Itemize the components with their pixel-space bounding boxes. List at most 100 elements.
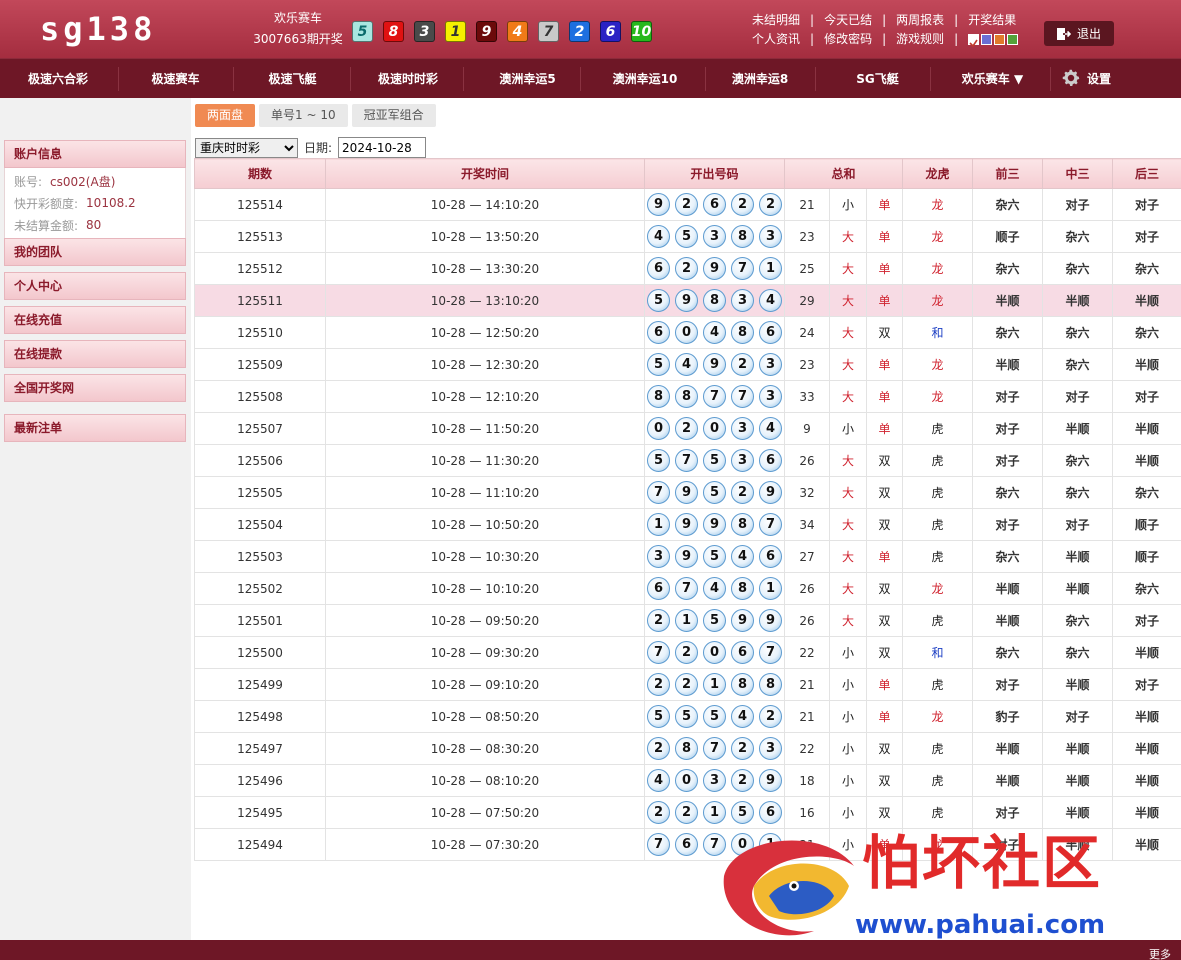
header-link[interactable]: 今天已结 [824, 11, 872, 30]
header-link[interactable]: 开奖结果 [968, 11, 1016, 30]
result-row: 125514 10-28 — 14:10:20 9 2 6 2 2 21 小单龙杂六 对子 对子 [194, 188, 1181, 221]
nav-item[interactable]: 极速赛车 [133, 70, 218, 87]
dragon-tiger-cell: 龙 [902, 348, 974, 381]
draw-time-cell: 10-28 — 14:10:20 [325, 188, 645, 221]
draw-time-cell: 10-28 — 13:30:20 [325, 252, 645, 285]
nav-separator [580, 67, 581, 91]
number-ball: 6 [675, 833, 698, 856]
header-link[interactable]: 两周报表 [896, 11, 944, 30]
nav-item[interactable]: 欢乐赛车 ▼ [950, 70, 1035, 87]
nav-item[interactable]: 极速时时彩 [368, 70, 448, 87]
link-separator: | [954, 32, 959, 46]
size-cell: 小 [829, 700, 867, 733]
col-middle-three: 中三 [1042, 158, 1114, 189]
middle-three-cell: 杂六 [1042, 476, 1114, 509]
sum-cell: 34 [784, 508, 830, 541]
nav-item[interactable]: 极速六合彩 [13, 70, 103, 87]
nav-item[interactable]: 澳洲幸运8 [720, 70, 800, 87]
number-ball: 2 [731, 769, 754, 792]
header-link[interactable]: 未结明细 [752, 11, 800, 30]
front-three-cell: 对子 [972, 412, 1044, 445]
period-cell: 125496 [194, 764, 326, 797]
market-tab[interactable]: 单号1 ~ 10 [259, 104, 348, 127]
theme-swatch[interactable] [994, 34, 1006, 45]
number-ball: 7 [647, 833, 670, 856]
number-ball: 4 [703, 577, 726, 600]
draw-numbers-cell: 28723 [644, 732, 785, 765]
header-link[interactable]: 游戏规则 [896, 30, 944, 49]
settings-button[interactable]: 设置 [1060, 67, 1111, 89]
lottery-select[interactable]: 重庆时时彩 [195, 137, 298, 158]
middle-three-cell: 半顺 [1042, 540, 1114, 573]
number-ball: 7 [759, 641, 782, 664]
front-three-cell: 半顺 [972, 604, 1044, 637]
number-ball: 0 [703, 641, 726, 664]
sum-cell: 26 [784, 444, 830, 477]
sidebar-menu-item[interactable]: 我的团队 [4, 238, 186, 266]
nav-separator [1050, 67, 1051, 91]
nav-item[interactable]: SG飞艇 [840, 70, 915, 87]
number-ball: 5 [703, 545, 726, 568]
draw-time-cell: 10-28 — 10:50:20 [325, 508, 645, 541]
game-nav: 极速六合彩 极速赛车 极速飞艇 极速时时彩 澳洲幸运5 澳洲幸运10 澳洲幸运8 SG飞艇 欢乐… [0, 58, 1181, 98]
col-sum: 总和 [783, 158, 904, 189]
number-ball: 9 [675, 481, 698, 504]
size-cell: 大 [829, 476, 867, 509]
nav-separator [350, 67, 351, 91]
size-cell: 小 [829, 188, 867, 221]
number-ball: 1 [675, 609, 698, 632]
header: sg138 欢乐赛车 3007663期开奖 5 8 3 1 9 4 7 2 6 10 未结明细 | 今… [0, 0, 1181, 58]
draw-numbers-cell: 54923 [644, 348, 785, 381]
more-link[interactable]: 更多 [1149, 946, 1171, 960]
sidebar-menu-item[interactable]: 在线提款 [4, 340, 186, 368]
market-tabs: 两面盘 单号1 ~ 10 冠亚军组合 [195, 104, 436, 127]
sidebar-menu-item[interactable]: 全国开奖网 [4, 374, 186, 402]
back-three-cell: 顺子 [1112, 508, 1181, 541]
result-row: 125504 10-28 — 10:50:20 1 9 9 8 7 34 大双虎对子 对子 顺子 [194, 508, 1181, 541]
result-row: 125502 10-28 — 10:10:20 6 7 4 8 1 26 大双龙半顺 半顺 杂六 [194, 572, 1181, 605]
theme-swatch[interactable] [981, 34, 993, 45]
period-cell: 125513 [194, 220, 326, 253]
sum-cell: 18 [784, 764, 830, 797]
nav-item[interactable]: 极速飞艇 [250, 70, 335, 87]
nav-item[interactable]: 澳洲幸运10 [600, 70, 690, 87]
date-label: 日期: [304, 141, 333, 155]
sum-cell: 9 [784, 412, 830, 445]
back-three-cell: 半顺 [1112, 796, 1181, 829]
back-three-cell: 杂六 [1112, 476, 1181, 509]
draw-ball: 6 [600, 21, 621, 42]
period-cell: 125510 [194, 316, 326, 349]
back-three-cell: 半顺 [1112, 636, 1181, 669]
result-row: 125501 10-28 — 09:50:20 2 1 5 9 9 26 大双虎半顺 杂六 对子 [194, 604, 1181, 637]
number-ball: 0 [675, 769, 698, 792]
back-three-cell: 半顺 [1112, 700, 1181, 733]
sidebar-menu-label: 我的团队 [4, 238, 186, 266]
middle-three-cell: 杂六 [1042, 444, 1114, 477]
site-logo[interactable]: sg138 [40, 10, 156, 48]
date-input[interactable] [338, 137, 427, 158]
sidebar-menu-item[interactable]: 个人中心 [4, 272, 186, 300]
number-ball: 3 [759, 353, 782, 376]
result-row: 125498 10-28 — 08:50:20 5 5 5 4 2 21 小单龙豹子 对子 半顺 [194, 700, 1181, 733]
header-link[interactable]: 修改密码 [824, 30, 872, 49]
market-tab[interactable]: 冠亚军组合 [351, 104, 436, 127]
sidebar-menu-item[interactable]: 在线充值 [4, 306, 186, 334]
number-ball: 4 [647, 225, 670, 248]
front-three-cell: 对子 [972, 508, 1044, 541]
period-cell: 125498 [194, 700, 326, 733]
nav-item[interactable]: 澳洲幸运5 [490, 70, 565, 87]
number-ball: 9 [759, 481, 782, 504]
sum-cell: 25 [784, 252, 830, 285]
account-info-panel: 账户信息 账号: cs002(A盘) 快开彩额度: 10108.2 未结算金额:… [4, 140, 186, 240]
draw-time-cell: 10-28 — 09:10:20 [325, 668, 645, 701]
market-tab[interactable]: 两面盘 [195, 104, 256, 127]
theme-swatch[interactable] [968, 34, 980, 48]
result-row: 125503 10-28 — 10:30:20 3 9 5 4 6 27 大单虎杂六 半顺 顺子 [194, 540, 1181, 573]
size-cell: 大 [829, 316, 867, 349]
logout-button[interactable]: 退出 [1044, 21, 1114, 46]
middle-three-cell: 半顺 [1042, 412, 1114, 445]
theme-swatch[interactable] [1007, 34, 1019, 45]
sidebar-menu-item[interactable]: 最新注单 [4, 414, 186, 442]
number-ball: 3 [759, 737, 782, 760]
header-link[interactable]: 个人资讯 [752, 30, 800, 49]
